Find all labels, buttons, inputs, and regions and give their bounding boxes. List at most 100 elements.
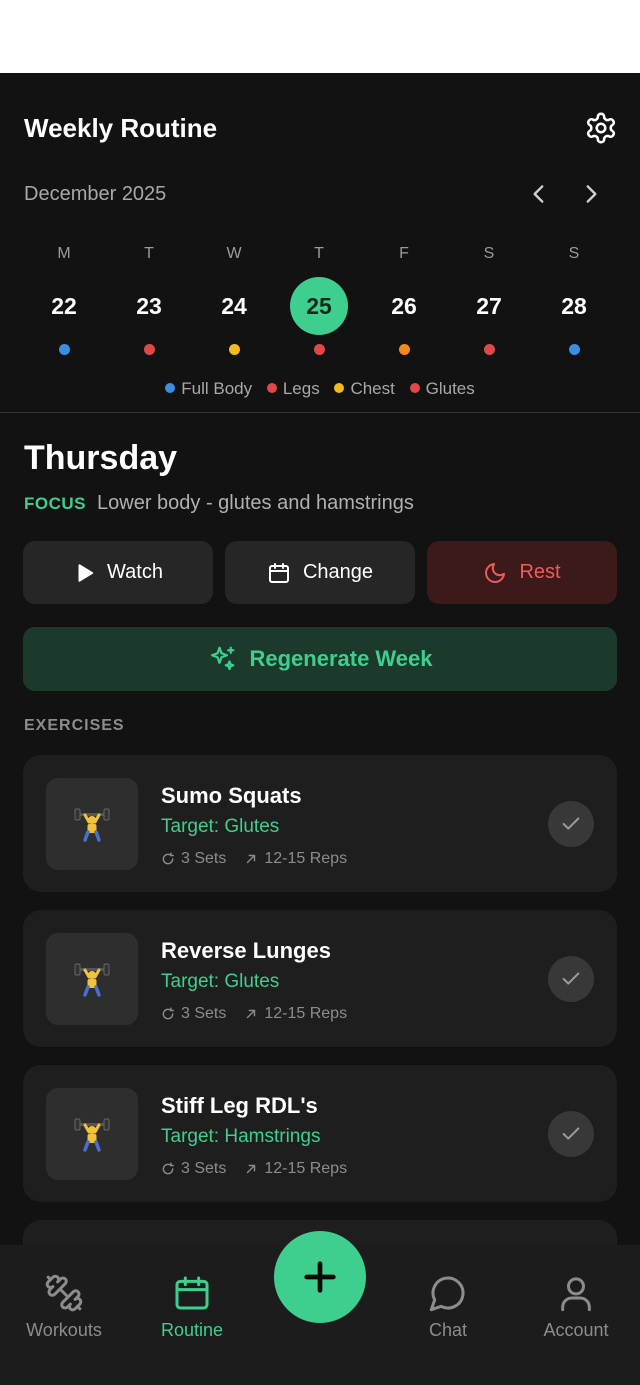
page-title: Weekly Routine	[24, 113, 218, 143]
exercise-target: Target: Hamstrings	[161, 1126, 321, 1147]
section-divider	[0, 412, 640, 413]
repeat-icon	[162, 1007, 174, 1020]
complete-check-button[interactable]	[548, 956, 594, 1002]
legend-label: Full Body	[181, 379, 253, 398]
regenerate-label: Regenerate Week	[249, 646, 433, 671]
legend-item: Full Body	[165, 379, 252, 399]
workout-type-dot	[144, 344, 155, 355]
weightlifter-icon	[74, 963, 110, 997]
day-cell[interactable]: T 25	[277, 245, 361, 355]
day-cell[interactable]: F 26	[362, 245, 446, 355]
exercise-sets: 3 Sets	[181, 1160, 227, 1177]
tab-chat[interactable]: Chat	[384, 1273, 512, 1341]
check-icon	[562, 817, 580, 830]
day-letter: T	[144, 245, 154, 262]
legend-dot	[165, 383, 176, 393]
day-cell[interactable]: W 24	[192, 245, 276, 355]
legend-label: Chest	[350, 379, 395, 398]
arrow-up-right-icon	[247, 854, 256, 864]
legend-label: Legs	[282, 379, 320, 398]
day-cell[interactable]: S 27	[447, 245, 531, 355]
tab-chat-label: Chat	[428, 1320, 468, 1340]
day-number: 28	[561, 293, 587, 319]
legend-item: Legs	[266, 379, 320, 399]
next-week-chevron-icon[interactable]	[578, 181, 604, 207]
check-icon	[562, 1127, 580, 1140]
tab-routine[interactable]: Routine	[128, 1273, 256, 1341]
exercise-reps: 12-15 Reps	[264, 1005, 348, 1022]
chat-bubble-icon	[429, 1276, 465, 1312]
watch-button[interactable]: Watch	[23, 541, 213, 604]
day-cell[interactable]: T 23	[107, 245, 191, 355]
tab-routine-label: Routine	[160, 1320, 224, 1340]
exercise-name: Reverse Lunges	[161, 938, 331, 963]
tab-workouts-label: Workouts	[26, 1320, 102, 1340]
exercise-card[interactable]: Reverse Lunges Target: Glutes 3 Sets 12-…	[23, 910, 617, 1047]
previous-week-chevron-icon[interactable]	[526, 181, 552, 207]
day-number: 23	[136, 293, 162, 319]
workout-type-dot	[229, 344, 240, 355]
workout-type-dot	[484, 344, 495, 355]
weightlifter-icon	[74, 1118, 110, 1152]
routine-screen: Weekly Routine December 2025 M 22 T 23 W…	[0, 73, 640, 1385]
day-number: 22	[51, 293, 77, 319]
calendar-icon	[175, 1276, 209, 1310]
day-letter: S	[568, 245, 580, 262]
change-button[interactable]: Change	[225, 541, 415, 604]
exercise-thumbnail	[46, 933, 138, 1025]
day-number: 26	[391, 293, 417, 319]
exercise-card[interactable]: Stiff Leg RDL's Target: Hamstrings 3 Set…	[23, 1065, 617, 1202]
workout-type-dot	[399, 344, 410, 355]
settings-gear-icon[interactable]	[584, 111, 618, 145]
legend-dot	[334, 383, 345, 393]
tab-workouts[interactable]: Workouts	[0, 1273, 128, 1341]
day-cell[interactable]: M 22	[22, 245, 106, 355]
tab-account-label: Account	[543, 1320, 609, 1340]
arrow-up-right-icon	[247, 1009, 256, 1019]
workout-type-dot	[569, 344, 580, 355]
exercise-target: Target: Glutes	[161, 971, 280, 992]
exercise-sets: 3 Sets	[181, 850, 227, 867]
day-letter: T	[314, 245, 324, 262]
status-bar-area	[0, 0, 640, 73]
legend-item: Chest	[334, 379, 395, 399]
day-letter: W	[226, 245, 242, 262]
week-strip: M 22 T 23 W 24 T 25 F 26 S 27 S 28	[22, 245, 618, 355]
sparkles-icon	[211, 646, 235, 671]
exercise-card[interactable]: Sumo Squats Target: Glutes 3 Sets 12-15 …	[23, 755, 617, 892]
exercise-thumbnail	[46, 778, 138, 870]
workout-type-dot	[59, 344, 70, 355]
calendar-icon	[268, 562, 289, 583]
day-letter: M	[57, 245, 71, 262]
legend-dot	[409, 383, 420, 393]
user-icon	[561, 1277, 591, 1312]
bottom-tab-bar: Workouts Routine Chat Account	[0, 1231, 640, 1385]
tab-account[interactable]: Account	[512, 1273, 640, 1341]
complete-check-button[interactable]	[548, 801, 594, 847]
exercise-meta: 3 Sets 12-15 Reps	[161, 1160, 347, 1178]
moon-icon	[485, 562, 506, 583]
exercise-thumbnail	[46, 1088, 138, 1180]
exercise-reps: 12-15 Reps	[264, 850, 348, 867]
rest-button[interactable]: Rest	[427, 541, 617, 604]
add-fab-button[interactable]	[274, 1231, 366, 1323]
workout-type-dot	[314, 344, 325, 355]
play-icon	[78, 563, 94, 582]
weightlifter-icon	[74, 808, 110, 842]
repeat-icon	[162, 1162, 174, 1175]
exercise-meta: 3 Sets 12-15 Reps	[161, 1005, 347, 1023]
selected-day-title: Thursday	[24, 439, 178, 477]
exercise-target: Target: Glutes	[161, 816, 280, 837]
exercise-name: Stiff Leg RDL's	[161, 1093, 318, 1118]
focus-label: FOCUS	[24, 494, 86, 513]
day-number: 27	[476, 293, 502, 319]
rest-label: Rest	[519, 561, 561, 583]
day-cell[interactable]: S 28	[532, 245, 616, 355]
complete-check-button[interactable]	[548, 1111, 594, 1157]
regenerate-week-button[interactable]: Regenerate Week	[23, 627, 617, 691]
dumbbell-icon	[45, 1274, 83, 1312]
day-letter: F	[399, 245, 409, 262]
legend-dot	[266, 383, 277, 393]
check-icon	[562, 972, 580, 985]
plus-icon	[304, 1261, 336, 1293]
